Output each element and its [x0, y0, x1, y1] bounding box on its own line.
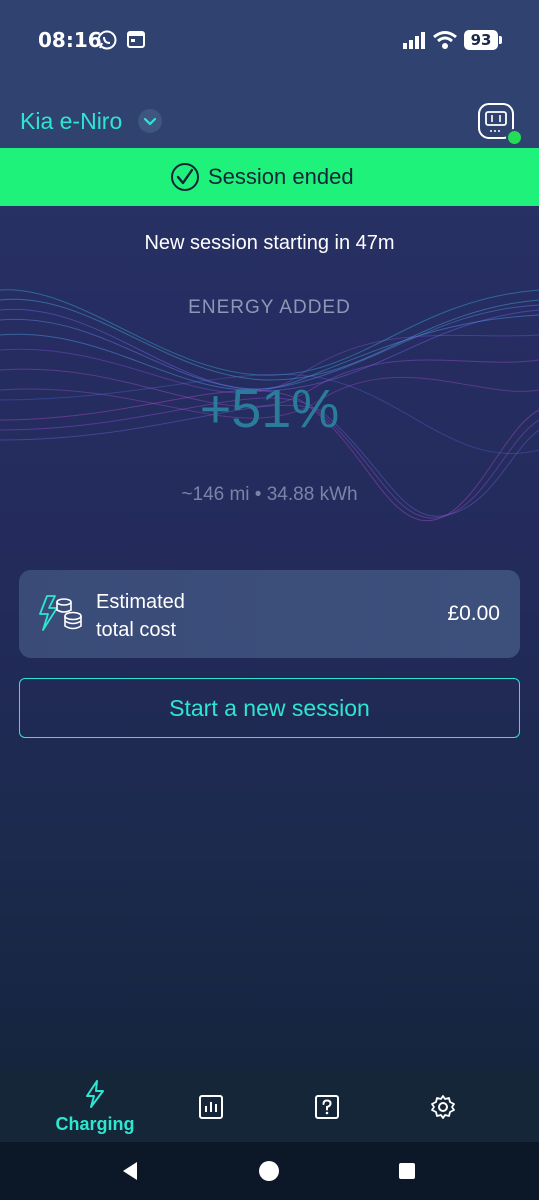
estimated-cost-value: £0.00: [447, 602, 500, 625]
energy-added-value: +51%: [199, 379, 340, 439]
back-icon[interactable]: [119, 1160, 141, 1182]
gear-icon: [431, 1095, 455, 1119]
cost-coins-icon: [39, 595, 82, 631]
lightning-icon: [86, 1080, 104, 1108]
connection-status-dot: [506, 129, 523, 146]
banner-text: Session ended: [208, 164, 354, 189]
estimated-cost-label: Estimated total cost: [96, 591, 185, 641]
tab-settings[interactable]: [403, 1094, 483, 1124]
tab-statistics[interactable]: [171, 1094, 251, 1124]
wifi-icon: [433, 31, 457, 49]
chevron-down-icon[interactable]: [138, 109, 162, 133]
calendar-icon: [127, 31, 145, 48]
energy-added-label: ENERGY ADDED: [188, 297, 351, 318]
battery-tip: [499, 36, 502, 44]
status-bar: 08:16 93: [0, 0, 539, 80]
tab-help[interactable]: [287, 1094, 367, 1124]
tab-charging-label: Charging: [55, 1114, 135, 1134]
bottom-navigation: Charging: [0, 1070, 539, 1142]
start-new-session-button[interactable]: Start a new session: [19, 678, 520, 738]
status-time: 08:16: [38, 28, 102, 52]
home-icon[interactable]: [258, 1160, 280, 1182]
help-icon: [315, 1095, 339, 1119]
battery-indicator: 93: [464, 30, 498, 50]
session-ended-banner: Session ended: [0, 148, 539, 206]
system-navigation-bar: [0, 1142, 539, 1200]
check-circle-icon: [171, 163, 199, 191]
energy-detail: ~146 mi • 34.88 kWh: [181, 484, 358, 505]
estimated-cost-card: Estimated total cost £0.00: [19, 570, 520, 658]
vehicle-selector[interactable]: Kia e-Niro: [20, 108, 122, 135]
signal-icon: [403, 32, 425, 49]
whatsapp-icon: [97, 30, 117, 50]
tab-charging[interactable]: Charging: [55, 1080, 135, 1135]
stats-icon: [199, 1095, 223, 1119]
recents-icon[interactable]: [398, 1162, 416, 1180]
header: Kia e-Niro: [0, 80, 539, 148]
next-session-note: New session starting in 47m: [144, 232, 395, 254]
